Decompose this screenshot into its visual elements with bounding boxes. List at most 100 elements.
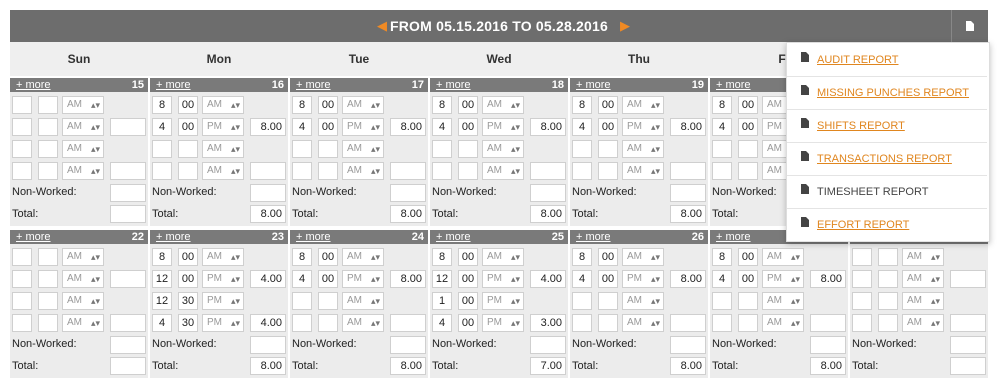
non-worked-field[interactable] <box>250 336 286 354</box>
minute-input[interactable] <box>738 314 758 332</box>
ampm-select[interactable]: PM ▴▾ <box>482 314 524 332</box>
hour-input[interactable] <box>12 118 32 136</box>
minute-input[interactable]: 00 <box>178 118 198 136</box>
ampm-select[interactable]: AM ▴▾ <box>342 140 384 158</box>
minute-input[interactable] <box>598 314 618 332</box>
ampm-select[interactable]: AM ▴▾ <box>622 292 664 310</box>
hour-input[interactable] <box>572 314 592 332</box>
hours-field[interactable] <box>670 314 706 332</box>
hour-input[interactable] <box>432 140 452 158</box>
minute-input[interactable] <box>178 140 198 158</box>
hours-field[interactable]: 8.00 <box>810 270 846 288</box>
non-worked-field[interactable] <box>110 336 146 354</box>
non-worked-field[interactable] <box>670 184 706 202</box>
ampm-select[interactable]: PM ▴▾ <box>482 118 524 136</box>
hour-input[interactable]: 12 <box>152 270 172 288</box>
ampm-select[interactable]: AM ▴▾ <box>342 314 384 332</box>
hours-field[interactable] <box>670 162 706 180</box>
hours-field[interactable] <box>390 314 426 332</box>
minute-input[interactable]: 30 <box>178 292 198 310</box>
hour-input[interactable] <box>292 140 312 158</box>
ampm-select[interactable]: AM ▴▾ <box>342 248 384 266</box>
hour-input[interactable] <box>852 292 872 310</box>
report-menu-item[interactable]: TRANSACTIONS REPORT <box>787 142 987 176</box>
more-link[interactable]: + more <box>576 231 611 243</box>
more-link[interactable]: + more <box>436 231 471 243</box>
ampm-select[interactable]: AM ▴▾ <box>622 140 664 158</box>
report-menu-item[interactable]: AUDIT REPORT <box>787 43 987 77</box>
minute-input[interactable] <box>38 140 58 158</box>
hour-input[interactable]: 12 <box>152 292 172 310</box>
more-link[interactable]: + more <box>576 79 611 91</box>
minute-input[interactable]: 00 <box>458 270 478 288</box>
minute-input[interactable] <box>38 118 58 136</box>
minute-input[interactable] <box>458 162 478 180</box>
more-link[interactable]: + more <box>156 231 191 243</box>
hour-input[interactable]: 4 <box>152 118 172 136</box>
minute-input[interactable]: 00 <box>598 96 618 114</box>
minute-input[interactable]: 00 <box>318 270 338 288</box>
hour-input[interactable] <box>852 314 872 332</box>
next-period-icon[interactable]: ▶ <box>620 18 630 34</box>
more-link[interactable]: + more <box>156 79 191 91</box>
hour-input[interactable] <box>12 162 32 180</box>
ampm-select[interactable]: AM ▴▾ <box>622 248 664 266</box>
non-worked-field[interactable] <box>670 336 706 354</box>
ampm-select[interactable]: PM ▴▾ <box>342 270 384 288</box>
ampm-select[interactable]: AM ▴▾ <box>902 314 944 332</box>
hours-field[interactable]: 8.00 <box>670 118 706 136</box>
non-worked-field[interactable] <box>530 184 566 202</box>
ampm-select[interactable]: AM ▴▾ <box>902 292 944 310</box>
more-link[interactable]: + more <box>296 231 331 243</box>
minute-input[interactable]: 00 <box>598 118 618 136</box>
minute-input[interactable]: 00 <box>458 292 478 310</box>
report-menu-item[interactable]: SHIFTS REPORT <box>787 109 987 143</box>
ampm-select[interactable]: AM ▴▾ <box>62 118 104 136</box>
report-menu-item-label[interactable]: TRANSACTIONS REPORT <box>817 153 952 165</box>
hours-field[interactable]: 4.00 <box>250 314 286 332</box>
hour-input[interactable] <box>572 292 592 310</box>
ampm-select[interactable]: PM ▴▾ <box>202 292 244 310</box>
hour-input[interactable]: 4 <box>432 118 452 136</box>
hour-input[interactable]: 8 <box>712 96 732 114</box>
hour-input[interactable] <box>292 314 312 332</box>
report-menu-item-label[interactable]: MISSING PUNCHES REPORT <box>817 87 969 99</box>
minute-input[interactable] <box>38 162 58 180</box>
non-worked-field[interactable] <box>110 184 146 202</box>
ampm-select[interactable]: PM ▴▾ <box>482 270 524 288</box>
minute-input[interactable]: 30 <box>178 314 198 332</box>
ampm-select[interactable]: AM ▴▾ <box>482 248 524 266</box>
minute-input[interactable] <box>738 140 758 158</box>
hour-input[interactable]: 8 <box>292 248 312 266</box>
more-link[interactable]: + more <box>436 79 471 91</box>
non-worked-field[interactable] <box>390 184 426 202</box>
hour-input[interactable]: 4 <box>432 314 452 332</box>
hour-input[interactable] <box>712 314 732 332</box>
ampm-select[interactable]: AM ▴▾ <box>482 140 524 158</box>
ampm-select[interactable]: AM ▴▾ <box>202 140 244 158</box>
hours-field[interactable] <box>110 314 146 332</box>
hours-field[interactable]: 8.00 <box>250 118 286 136</box>
ampm-select[interactable]: PM ▴▾ <box>202 270 244 288</box>
minute-input[interactable] <box>38 248 58 266</box>
hour-input[interactable]: 4 <box>292 118 312 136</box>
report-menu-item[interactable]: MISSING PUNCHES REPORT <box>787 76 987 110</box>
ampm-select[interactable]: AM ▴▾ <box>762 248 804 266</box>
hour-input[interactable] <box>12 96 32 114</box>
hour-input[interactable] <box>292 292 312 310</box>
hour-input[interactable]: 4 <box>712 270 732 288</box>
hour-input[interactable]: 8 <box>572 248 592 266</box>
ampm-select[interactable]: AM ▴▾ <box>622 162 664 180</box>
minute-input[interactable]: 00 <box>178 248 198 266</box>
minute-input[interactable]: 00 <box>598 270 618 288</box>
ampm-select[interactable]: AM ▴▾ <box>202 248 244 266</box>
minute-input[interactable] <box>738 162 758 180</box>
ampm-select[interactable]: AM ▴▾ <box>202 96 244 114</box>
minute-input[interactable]: 00 <box>318 248 338 266</box>
minute-input[interactable]: 00 <box>738 118 758 136</box>
ampm-select[interactable]: AM ▴▾ <box>62 96 104 114</box>
ampm-select[interactable]: AM ▴▾ <box>482 96 524 114</box>
minute-input[interactable]: 00 <box>458 118 478 136</box>
minute-input[interactable] <box>38 292 58 310</box>
hour-input[interactable]: 8 <box>712 248 732 266</box>
